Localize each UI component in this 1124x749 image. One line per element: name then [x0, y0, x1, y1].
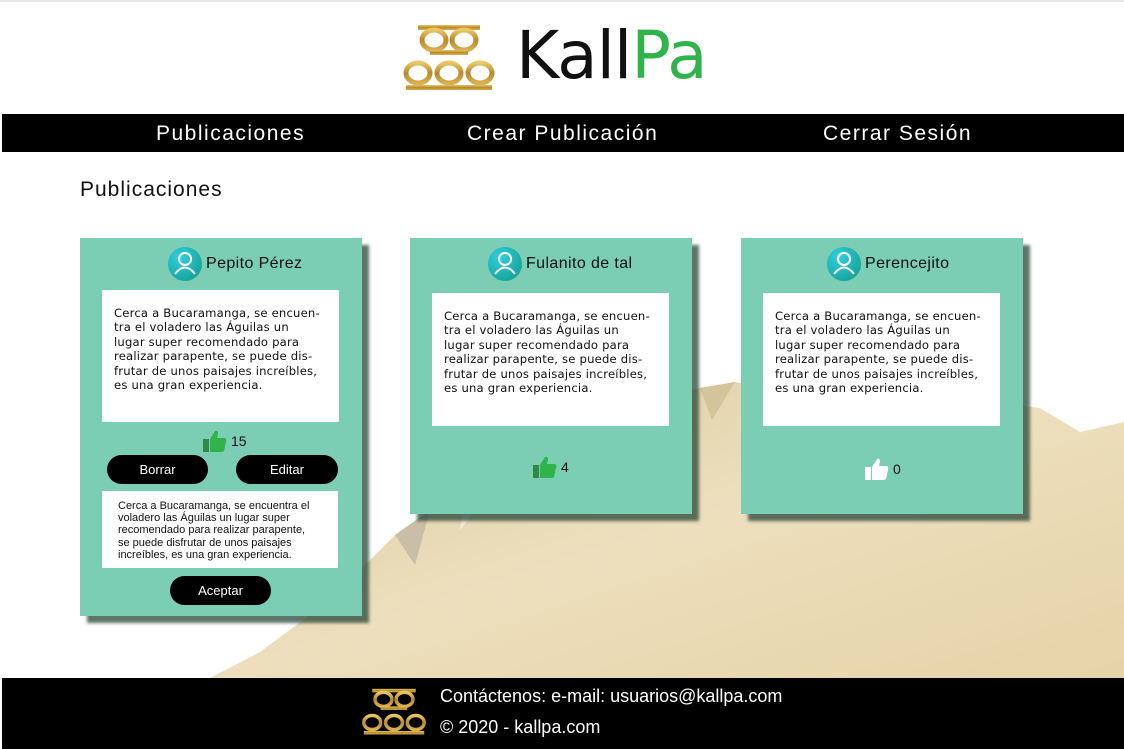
like-control[interactable]: 15: [202, 428, 247, 454]
post-text: Cerca a Bucaramanga, se encuen- tra el v…: [444, 309, 650, 396]
thumbs-up-icon[interactable]: [864, 456, 890, 482]
like-count: 15: [231, 433, 247, 449]
post-text: Cerca a Bucaramanga, se encuen- tra el v…: [114, 306, 320, 393]
accept-button[interactable]: Aceptar: [170, 576, 271, 605]
post-body: Cerca a Bucaramanga, se encuen- tra el v…: [763, 293, 1000, 426]
post-body: Cerca a Bucaramanga, se encuen- tra el v…: [102, 290, 339, 422]
author-name: Pepito Pérez: [206, 255, 303, 272]
brand-name-part1: Kall: [516, 17, 632, 94]
post-card: Perencejito Cerca a Bucaramanga, se encu…: [741, 238, 1023, 514]
post-text: Cerca a Bucaramanga, se encuen- tra el v…: [775, 309, 981, 396]
user-avatar-icon: [168, 247, 202, 281]
post-body: Cerca a Bucaramanga, se encuen- tra el v…: [432, 293, 669, 426]
edit-text: Cerca a Bucaramanga, se encuentra el vol…: [118, 500, 310, 561]
header: KallPa: [0, 0, 1124, 114]
user-avatar-icon: [827, 247, 861, 281]
post-card: Pepito Pérez Cerca a Bucaramanga, se enc…: [80, 238, 362, 616]
thumbs-up-icon[interactable]: [202, 428, 228, 454]
footer-copyright: © 2020 - kallpa.com: [440, 717, 601, 737]
nav-item-publicaciones[interactable]: Publicaciones: [156, 114, 305, 152]
like-count: 4: [561, 459, 569, 475]
author-name: Fulanito de tal: [526, 255, 633, 272]
footer-contact: Contáctenos: e-mail: usuarios@kallpa.com: [440, 686, 783, 706]
brand-name-part2: Pa: [631, 17, 707, 94]
edit-textarea[interactable]: Cerca a Bucaramanga, se encuentra el vol…: [102, 491, 338, 568]
post-author: Fulanito de tal: [488, 247, 633, 281]
like-control[interactable]: 4: [532, 454, 569, 480]
main-nav: Publicaciones Crear Publicación Cerrar S…: [2, 114, 1124, 152]
author-name: Perencejito: [865, 255, 950, 272]
post-card: Fulanito de tal Cerca a Bucaramanga, se …: [410, 238, 692, 514]
thumbs-up-icon[interactable]: [532, 454, 558, 480]
nav-item-cerrar-sesion[interactable]: Cerrar Sesión: [823, 114, 972, 152]
delete-button[interactable]: Borrar: [107, 455, 208, 484]
nav-item-crear-publicacion[interactable]: Crear Publicación: [467, 114, 658, 152]
kallpa-logo-icon: [403, 25, 495, 90]
post-author: Pepito Pérez: [168, 247, 303, 281]
like-control[interactable]: 0: [864, 456, 901, 482]
page-title: Publicaciones: [80, 178, 223, 201]
user-avatar-icon: [488, 247, 522, 281]
edit-button[interactable]: Editar: [236, 455, 338, 484]
brand-wordmark: KallPa: [516, 16, 708, 96]
like-count: 0: [893, 461, 901, 477]
kallpa-logo-icon: [362, 688, 426, 735]
post-author: Perencejito: [827, 247, 950, 281]
footer: Contáctenos: e-mail: usuarios@kallpa.com…: [2, 678, 1124, 749]
